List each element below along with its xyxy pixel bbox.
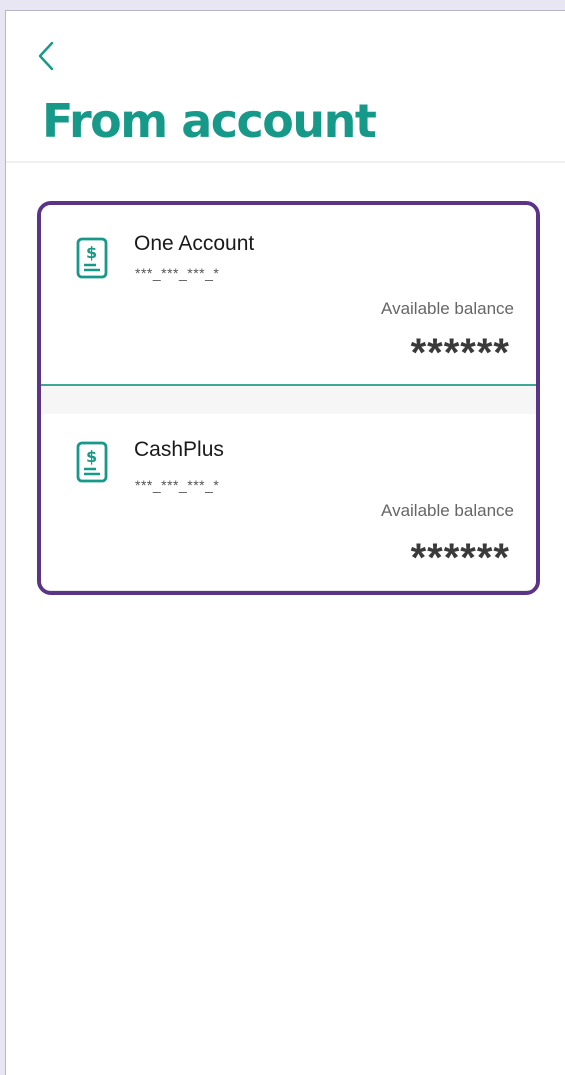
receipt-dollar-icon: $ — [76, 237, 108, 279]
account-list: $ One Account ***_***_***_* Available ba… — [37, 201, 540, 595]
svg-text:$: $ — [86, 243, 97, 262]
back-chevron-icon[interactable] — [34, 39, 64, 73]
account-number: ***_***_***_* — [135, 265, 220, 281]
screen: From account $ One Account ***_***_***_*… — [5, 10, 565, 1075]
account-name: One Account — [134, 232, 255, 255]
header-divider — [6, 161, 565, 163]
page-title: From account — [42, 94, 377, 148]
account-name: CashPlus — [134, 438, 224, 461]
balance-value: ****** — [410, 536, 510, 580]
account-card-cashplus[interactable]: $ CashPlus ***_***_***_* Available balan… — [41, 414, 536, 590]
balance-label: Available balance — [381, 501, 514, 520]
balance-value: ****** — [410, 331, 510, 375]
account-number: ***_***_***_* — [135, 477, 220, 493]
svg-text:$: $ — [86, 447, 97, 466]
balance-label: Available balance — [381, 299, 514, 318]
receipt-dollar-icon: $ — [76, 441, 108, 483]
account-card-one-account[interactable]: $ One Account ***_***_***_* Available ba… — [41, 205, 536, 386]
